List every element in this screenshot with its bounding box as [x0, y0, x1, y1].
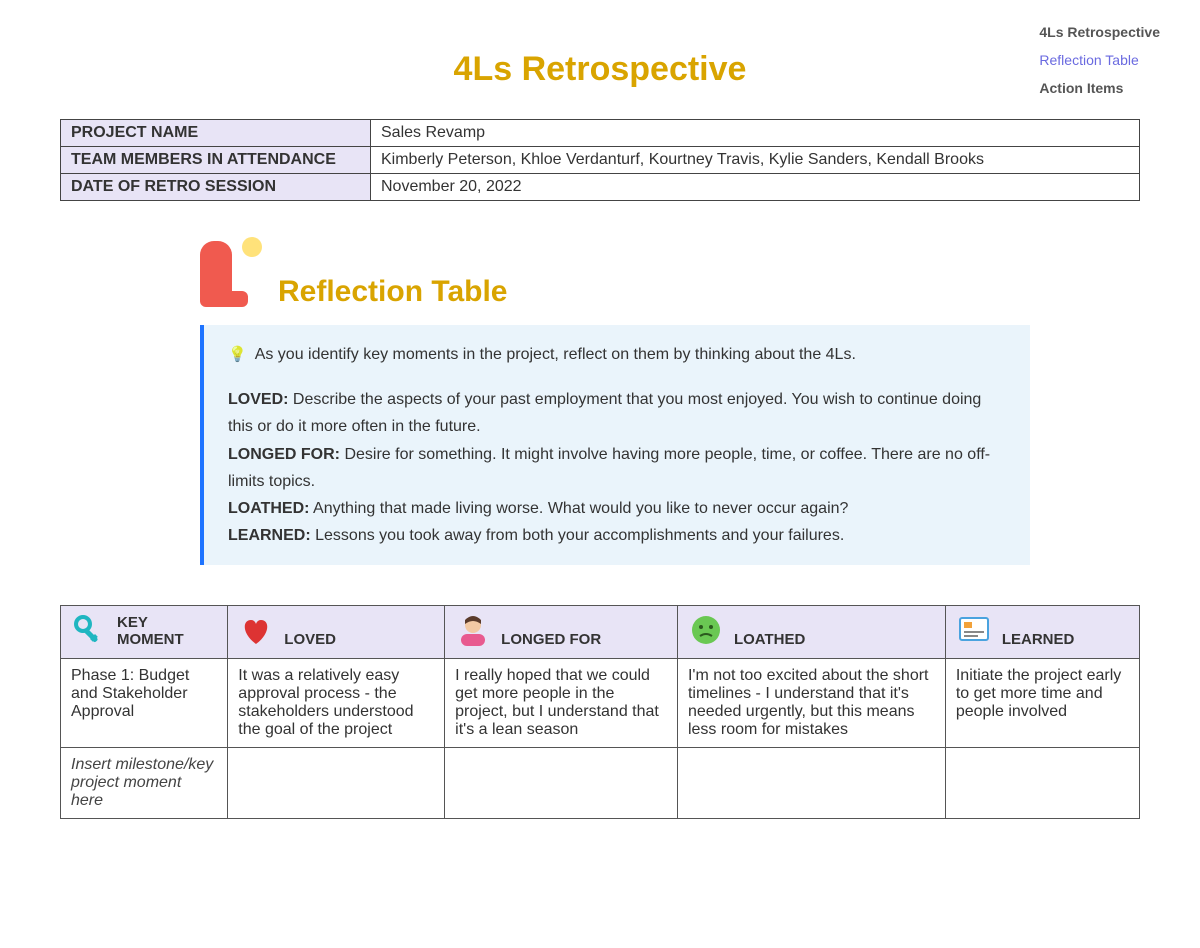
heart-icon: [238, 612, 274, 648]
callout-item: LONGED FOR: Desire for something. It mig…: [228, 441, 1006, 495]
cell-learned[interactable]: Initiate the project early to get more t…: [945, 659, 1139, 748]
table-row-placeholder: Insert milestone/key project moment here: [61, 748, 1140, 819]
toc-link-4ls[interactable]: 4Ls Retrospective: [1039, 18, 1160, 46]
table-of-contents: 4Ls Retrospective Reflection Table Actio…: [1039, 18, 1160, 102]
cell-loved[interactable]: [228, 748, 445, 819]
letter-l-icon: [200, 241, 260, 311]
cell-longed-for[interactable]: [445, 748, 678, 819]
meta-label: PROJECT NAME: [61, 120, 371, 147]
callout-item: LOVED: Describe the aspects of your past…: [228, 386, 1006, 440]
cell-loved[interactable]: It was a relatively easy approval proces…: [228, 659, 445, 748]
reflection-callout: As you identify key moments in the proje…: [200, 325, 1030, 565]
reflection-table: KEY MOMENT LOVED: [60, 605, 1140, 819]
meta-value: Kimberly Peterson, Khloe Verdanturf, Kou…: [371, 147, 1140, 174]
cell-loathed[interactable]: [677, 748, 945, 819]
sick-face-icon: [688, 612, 724, 648]
col-learned: LEARNED: [945, 606, 1139, 659]
section-heading-reflection: Reflection Table: [278, 275, 507, 309]
col-longed-for: LONGED FOR: [445, 606, 678, 659]
meta-label: DATE OF RETRO SESSION: [61, 174, 371, 201]
meta-row: DATE OF RETRO SESSION November 20, 2022: [61, 174, 1140, 201]
meta-row: TEAM MEMBERS IN ATTENDANCE Kimberly Pete…: [61, 147, 1140, 174]
col-key-moment: KEY MOMENT: [61, 606, 228, 659]
table-row: Phase 1: Budget and Stakeholder Approval…: [61, 659, 1140, 748]
cell-loathed[interactable]: I'm not too excited about the short time…: [677, 659, 945, 748]
cell-key-moment[interactable]: Phase 1: Budget and Stakeholder Approval: [61, 659, 228, 748]
callout-item: LEARNED: Lessons you took away from both…: [228, 522, 1006, 549]
toc-link-action-items[interactable]: Action Items: [1039, 74, 1160, 102]
cell-key-moment[interactable]: Insert milestone/key project moment here: [61, 748, 228, 819]
callout-item: LOATHED: Anything that made living worse…: [228, 495, 1006, 522]
toc-link-reflection[interactable]: Reflection Table: [1039, 46, 1160, 74]
key-icon: [71, 612, 107, 648]
project-meta-table: PROJECT NAME Sales Revamp TEAM MEMBERS I…: [60, 119, 1140, 201]
col-loved: LOVED: [228, 606, 445, 659]
person-icon: [455, 612, 491, 648]
cell-longed-for[interactable]: I really hoped that we could get more pe…: [445, 659, 678, 748]
document-icon: [956, 612, 992, 648]
page-title: 4Ls Retrospective: [60, 50, 1140, 89]
meta-label: TEAM MEMBERS IN ATTENDANCE: [61, 147, 371, 174]
callout-lead: As you identify key moments in the proje…: [228, 341, 1006, 368]
meta-row: PROJECT NAME Sales Revamp: [61, 120, 1140, 147]
meta-value: November 20, 2022: [371, 174, 1140, 201]
cell-learned[interactable]: [945, 748, 1139, 819]
col-loathed: LOATHED: [677, 606, 945, 659]
meta-value: Sales Revamp: [371, 120, 1140, 147]
